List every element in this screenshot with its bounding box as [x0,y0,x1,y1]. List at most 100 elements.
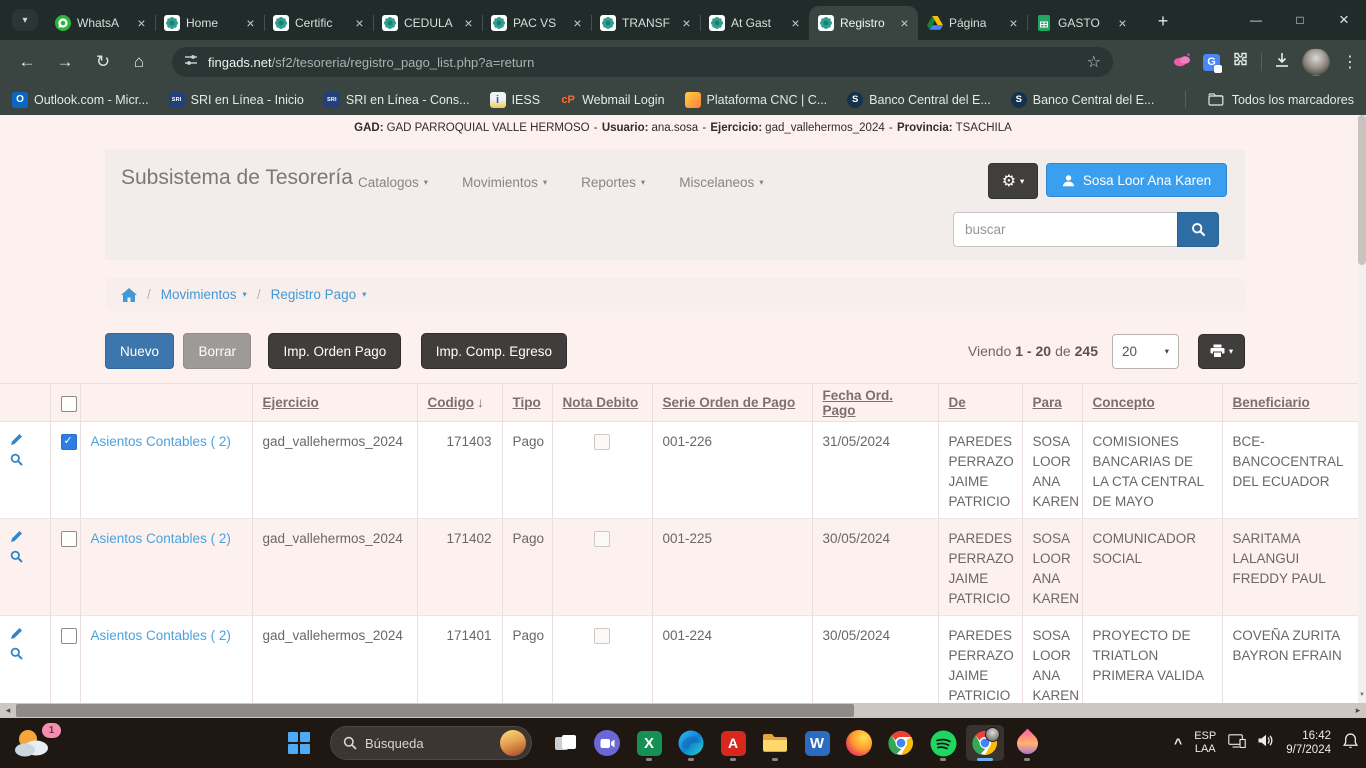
firefox-button[interactable] [840,725,878,761]
scroll-left-arrow-icon[interactable]: ◂ [0,703,16,718]
start-button[interactable] [287,731,311,755]
view-magnifier-icon[interactable] [10,452,23,472]
chrome-button[interactable] [882,725,920,761]
chrome-active-button[interactable] [966,725,1004,761]
home-icon[interactable]: ⌂ [124,47,154,77]
translate-icon[interactable]: G [1203,54,1220,71]
browser-tab[interactable]: TRANSF × [591,6,700,40]
tab-close-icon[interactable]: × [352,15,367,31]
select-all-checkbox[interactable] [61,396,77,412]
back-icon[interactable]: ← [12,47,42,77]
browser-tab[interactable]: Home × [155,6,264,40]
print-button[interactable]: ▾ [1198,334,1245,369]
window-close-button[interactable]: × [1322,0,1366,40]
cast-screen-icon[interactable] [1228,734,1246,753]
browser-tab[interactable]: At Gast × [700,6,809,40]
address-bar[interactable]: fingads.net/sf2/tesoreria/registro_pago_… [172,47,1113,77]
taskbar-search[interactable]: Búsqueda [330,726,532,760]
imp-comp-egreso-button[interactable]: Imp. Comp. Egreso [421,333,567,369]
borrar-button[interactable]: Borrar [183,333,251,369]
excel-button[interactable]: X [630,725,668,761]
browser-tab[interactable]: Página × [918,6,1027,40]
tab-close-icon[interactable]: × [1006,15,1021,31]
browser-menu-icon[interactable]: ⋮ [1342,52,1356,72]
tray-chevron-up-icon[interactable]: ^ [1174,735,1182,751]
browser-tab[interactable]: CEDULA × [373,6,482,40]
bookmark-item[interactable]: S Banco Central del E... [847,92,991,108]
browser-tab[interactable]: WhatsA × [46,6,155,40]
tab-search-chevron-icon[interactable]: ▾ [12,9,38,31]
tab-close-icon[interactable]: × [461,15,476,31]
spotify-button[interactable] [924,725,962,761]
window-maximize-button[interactable]: □ [1278,0,1322,40]
bookmark-item[interactable]: S Banco Central del E... [1011,92,1155,108]
weather-widget[interactable]: 1 [12,726,68,762]
asientos-contables-link[interactable]: Asientos Contables ( 2) [91,628,231,643]
tab-close-icon[interactable]: × [1115,15,1130,31]
view-magnifier-icon[interactable] [10,549,23,569]
browser-tab[interactable]: Certific × [264,6,373,40]
nav-reportes[interactable]: Reportes▾ [581,175,645,190]
tab-close-icon[interactable]: × [570,15,585,31]
home-icon[interactable] [121,288,137,302]
new-tab-button[interactable]: + [1150,8,1176,34]
row-checkbox[interactable] [61,628,77,644]
site-settings-icon[interactable] [184,53,198,72]
row-checkbox[interactable] [61,531,77,547]
scroll-right-arrow-icon[interactable]: ▸ [1350,703,1366,718]
bookmark-item[interactable]: i IESS [490,92,541,108]
edge-button[interactable] [672,725,710,761]
browser-tab[interactable]: GASTO × [1027,6,1136,40]
search-input[interactable] [953,212,1177,247]
vertical-scrollbar-thumb[interactable] [1358,115,1366,265]
bookmark-star-icon[interactable]: ☆ [1087,52,1101,72]
task-view-button[interactable] [546,725,584,761]
forward-icon[interactable]: → [50,47,80,77]
nav-movimientos[interactable]: Movimientos▾ [462,175,547,190]
bookmark-item[interactable]: SRI SRI en Línea - Cons... [324,92,470,108]
word-button[interactable]: W [798,725,836,761]
reload-icon[interactable]: ↻ [88,47,118,77]
col-header-tipo[interactable]: Tipo [502,384,552,422]
notifications-bell-icon[interactable] [1343,733,1358,754]
nuevo-button[interactable]: Nuevo [105,333,174,369]
browser-tab-active[interactable]: Registro × [809,6,918,40]
browser-tab[interactable]: PAC VS × [482,6,591,40]
speaker-icon[interactable] [1258,734,1274,752]
vertical-scrollbar[interactable] [1358,115,1366,703]
col-header-nota-debito[interactable]: Nota Debito [552,384,652,422]
file-explorer-button[interactable] [756,725,794,761]
tab-close-icon[interactable]: × [243,15,258,31]
horizontal-scrollbar-thumb[interactable] [16,704,854,717]
edit-pencil-icon[interactable] [10,432,23,452]
asientos-contables-link[interactable]: Asientos Contables ( 2) [91,434,231,449]
nav-catalogos[interactable]: Catalogos▾ [358,175,428,190]
horizontal-scrollbar[interactable]: ◂ ▸ [0,703,1366,718]
teams-chat-button[interactable] [588,725,626,761]
all-bookmarks-button[interactable]: Todos los marcadores [1208,84,1354,115]
downloads-icon[interactable] [1274,52,1290,73]
tab-close-icon[interactable]: × [679,15,694,31]
profile-avatar[interactable] [1302,48,1330,76]
breadcrumb-movimientos[interactable]: Movimientos▾ [161,287,247,302]
col-header-para[interactable]: Para [1022,384,1082,422]
edit-pencil-icon[interactable] [10,626,23,646]
bookmark-item[interactable]: SRI SRI en Línea - Inicio [169,92,304,108]
col-header-de[interactable]: De [938,384,1022,422]
col-header-concepto[interactable]: Concepto [1082,384,1222,422]
bookmark-item[interactable]: Plataforma CNC | C... [685,92,828,108]
breadcrumb-registro-pago[interactable]: Registro Pago▾ [271,287,367,302]
settings-gear-button[interactable]: ⚙ ▾ [988,163,1038,199]
col-header-ejercicio[interactable]: Ejercicio [252,384,417,422]
edit-pencil-icon[interactable] [10,529,23,549]
imp-orden-pago-button[interactable]: Imp. Orden Pago [268,333,401,369]
col-header-codigo[interactable]: Codigo↓ [417,384,502,422]
bookmark-item[interactable]: cP Webmail Login [560,92,664,108]
asientos-contables-link[interactable]: Asientos Contables ( 2) [91,531,231,546]
acrobat-button[interactable]: A [714,725,752,761]
bookmark-item[interactable]: O Outlook.com - Micr... [12,92,149,108]
window-minimize-button[interactable]: — [1234,0,1278,40]
rainmeter-button[interactable] [1008,725,1046,761]
col-header-serie[interactable]: Serie Orden de Pago [652,384,812,422]
page-size-select[interactable]: 20 ▾ [1112,334,1179,369]
